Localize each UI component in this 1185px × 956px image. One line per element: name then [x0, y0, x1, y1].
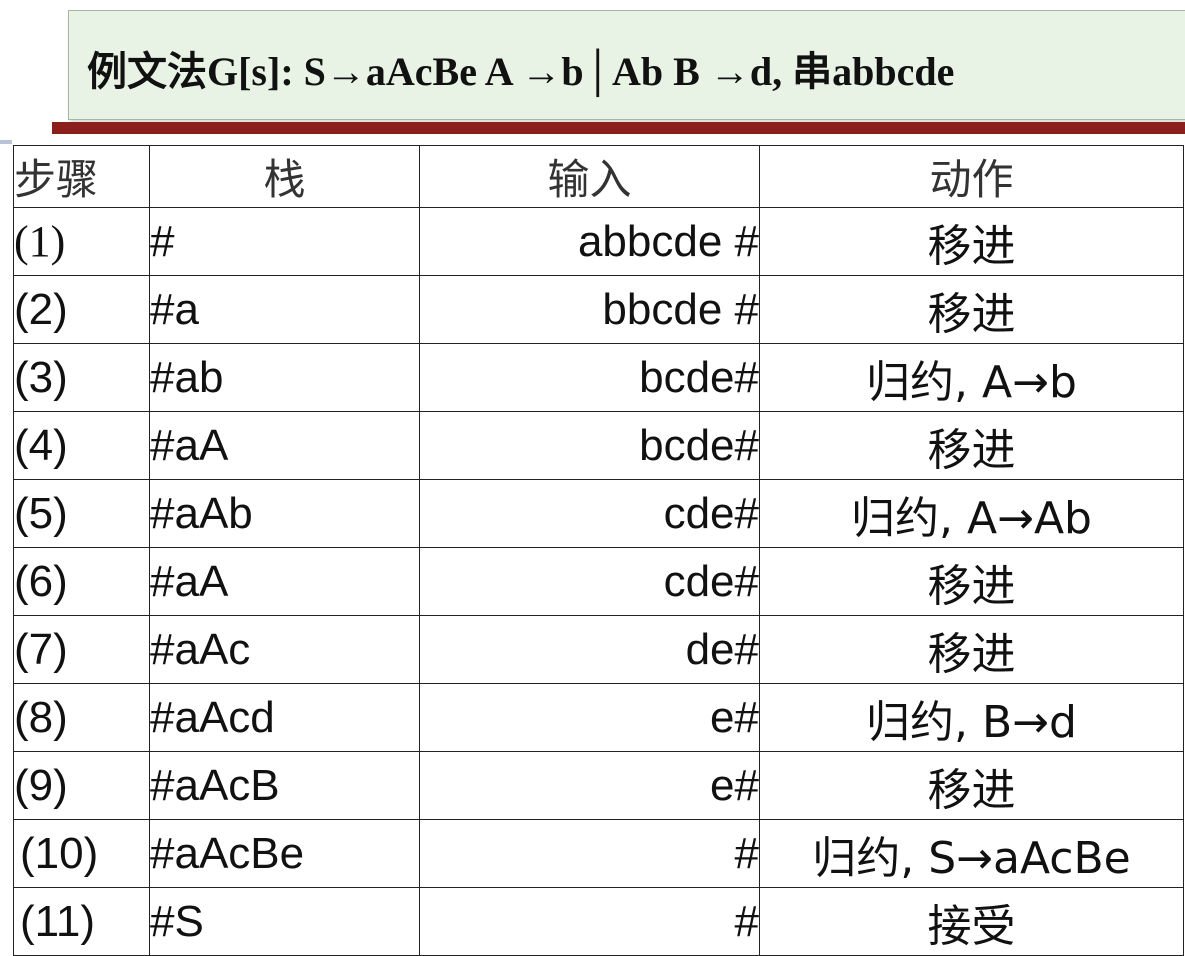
- grammar-title: 例文法G[s]: S→aAcBe A →b│Ab B →d, 串abbcde: [87, 49, 955, 94]
- action-cell: 移进: [759, 615, 1184, 684]
- input-cell: e#: [419, 751, 760, 820]
- input-cell: e#: [419, 683, 760, 752]
- step-cell: (8): [13, 683, 150, 752]
- stack-cell: #: [149, 207, 420, 276]
- step-cell: (6): [13, 547, 150, 616]
- input-cell: cde#: [419, 479, 760, 548]
- input-cell: bcde#: [419, 411, 760, 480]
- step-cell: (1): [13, 207, 150, 276]
- action-cell: 归约, B→d: [759, 683, 1184, 752]
- stack-cell: #ab: [149, 343, 420, 412]
- step-cell: (2): [13, 275, 150, 344]
- input-cell: cde#: [419, 547, 760, 616]
- step-cell: (11): [13, 887, 150, 956]
- stack-cell: #aAc: [149, 615, 420, 684]
- table-row: (5) #aAb cde# 归约, A→Ab: [13, 479, 1184, 548]
- step-cell: (3): [13, 343, 150, 412]
- action-cell: 归约, A→b: [759, 343, 1184, 412]
- input-cell: bcde#: [419, 343, 760, 412]
- stack-cell: #aAcd: [149, 683, 420, 752]
- action-cell: 移进: [759, 207, 1184, 276]
- stack-cell: #aAcB: [149, 751, 420, 820]
- action-cell: 归约, A→Ab: [759, 479, 1184, 548]
- column-header-action: 动作: [759, 145, 1184, 208]
- table-row: (8) #aAcd e# 归约, B→d: [13, 683, 1184, 752]
- table-row: (1) # abbcde # 移进: [13, 207, 1184, 276]
- parse-table: 步骤 栈 输入 动作 (1) # abbcde # 移进 (2) #a bbcd…: [13, 145, 1184, 956]
- input-cell: abbcde #: [419, 207, 760, 276]
- table-row: (3) #ab bcde# 归约, A→b: [13, 343, 1184, 412]
- grammar-header: 例文法G[s]: S→aAcBe A →b│Ab B →d, 串abbcde: [68, 10, 1185, 120]
- action-cell: 归约, S→aAcBe: [759, 819, 1184, 888]
- column-header-stack: 栈: [149, 145, 420, 208]
- step-cell: (10): [13, 819, 150, 888]
- step-cell: (9): [13, 751, 150, 820]
- table-row: (2) #a bbcde # 移进: [13, 275, 1184, 344]
- left-edge-mark: [0, 140, 12, 144]
- table-row: (11) #S # 接受: [13, 887, 1184, 956]
- stack-cell: #aAb: [149, 479, 420, 548]
- stack-cell: #aA: [149, 411, 420, 480]
- action-cell: 移进: [759, 547, 1184, 616]
- table-row: (7) #aAc de# 移进: [13, 615, 1184, 684]
- input-cell: de#: [419, 615, 760, 684]
- step-cell: (7): [13, 615, 150, 684]
- table-row: (9) #aAcB e# 移进: [13, 751, 1184, 820]
- step-cell: (4): [13, 411, 150, 480]
- step-cell: (5): [13, 479, 150, 548]
- stack-cell: #S: [149, 887, 420, 956]
- stack-cell: #aAcBe: [149, 819, 420, 888]
- action-cell: 移进: [759, 411, 1184, 480]
- action-cell: 移进: [759, 751, 1184, 820]
- input-cell: bbcde #: [419, 275, 760, 344]
- table-row: (10) #aAcBe # 归约, S→aAcBe: [13, 819, 1184, 888]
- stack-cell: #a: [149, 275, 420, 344]
- accent-divider: [52, 122, 1185, 134]
- stack-cell: #aA: [149, 547, 420, 616]
- action-cell: 接受: [759, 887, 1184, 956]
- action-cell: 移进: [759, 275, 1184, 344]
- table-row: (4) #aA bcde# 移进: [13, 411, 1184, 480]
- column-header-input: 输入: [419, 145, 760, 208]
- column-header-step: 步骤: [13, 145, 150, 208]
- input-cell: #: [419, 819, 760, 888]
- table-header-row: 步骤 栈 输入 动作: [13, 145, 1184, 208]
- table-row: (6) #aA cde# 移进: [13, 547, 1184, 616]
- input-cell: #: [419, 887, 760, 956]
